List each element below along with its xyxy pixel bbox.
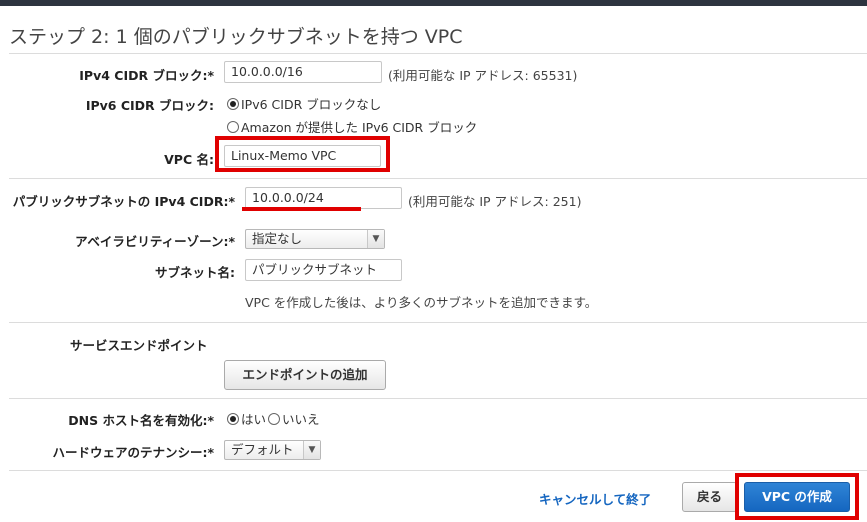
- availability-zone-value: 指定なし: [252, 231, 303, 246]
- divider: [9, 178, 867, 179]
- divider: [9, 322, 867, 323]
- add-endpoint-button[interactable]: エンドポイントの追加: [224, 360, 386, 390]
- dns-no-label[interactable]: いいえ: [282, 409, 320, 428]
- chevron-down-icon: ▼: [303, 441, 320, 459]
- dns-yes-label[interactable]: はい: [241, 409, 266, 428]
- ipv4-cidr-input[interactable]: 10.0.0.0/16: [224, 61, 382, 83]
- create-vpc-button[interactable]: VPC の作成: [744, 482, 850, 512]
- ipv6-cidr-label: IPv6 CIDR ブロック:: [85, 98, 214, 113]
- ipv6-option-none[interactable]: IPv6 CIDR ブロックなし: [227, 94, 381, 113]
- dns-yes-radio[interactable]: [227, 412, 239, 425]
- ipv4-cidr-label: IPv4 CIDR ブロック:*: [79, 68, 214, 83]
- subnet-cidr-note: (利用可能な IP アドレス: 251): [408, 194, 582, 209]
- ipv6-option-amazon[interactable]: Amazon が提供した IPv6 CIDR ブロック: [227, 117, 477, 136]
- subnet-cidr-underline: [242, 207, 361, 211]
- availability-zone-select[interactable]: 指定なし ▼: [245, 229, 385, 249]
- subnet-name-label: サブネット名:: [155, 265, 235, 280]
- availability-zone-label: アベイラビリティーゾーン:*: [75, 234, 235, 249]
- tenancy-label: ハードウェアのテナンシー:*: [52, 445, 214, 460]
- chevron-down-icon: ▼: [367, 230, 384, 248]
- radio-selected-icon[interactable]: [227, 97, 239, 110]
- dns-no-radio[interactable]: [268, 412, 281, 425]
- top-bar: [0, 0, 867, 6]
- back-button[interactable]: 戻る: [682, 482, 737, 512]
- vpc-name-input[interactable]: Linux-Memo VPC: [224, 145, 381, 167]
- dns-hostnames-radio-group: はい いいえ: [227, 409, 320, 428]
- subnet-help-text: VPC を作成した後は、より多くのサブネットを追加できます。: [245, 295, 598, 310]
- vpc-name-label: VPC 名:: [164, 152, 214, 167]
- cancel-and-exit-link[interactable]: キャンセルして終了: [539, 489, 651, 508]
- ipv6-option-amazon-label: Amazon が提供した IPv6 CIDR ブロック: [241, 120, 478, 135]
- service-endpoints-label: サービスエンドポイント: [70, 338, 208, 353]
- subnet-cidr-label: パブリックサブネットの IPv4 CIDR:*: [12, 194, 235, 209]
- subnet-name-input[interactable]: パブリックサブネット: [245, 259, 402, 281]
- page-title: ステップ 2: 1 個のパブリックサブネットを持つ VPC: [9, 26, 463, 48]
- tenancy-select[interactable]: デフォルト ▼: [224, 440, 321, 460]
- subnet-cidr-input[interactable]: 10.0.0.0/24: [245, 187, 402, 209]
- ipv4-cidr-note: (利用可能な IP アドレス: 65531): [388, 68, 578, 83]
- radio-unselected-icon[interactable]: [227, 120, 239, 133]
- divider: [9, 470, 867, 471]
- divider: [9, 398, 867, 399]
- ipv6-option-none-label: IPv6 CIDR ブロックなし: [241, 97, 382, 112]
- tenancy-value: デフォルト: [231, 442, 294, 457]
- divider: [9, 53, 867, 54]
- dns-hostnames-label: DNS ホスト名を有効化:*: [68, 413, 214, 428]
